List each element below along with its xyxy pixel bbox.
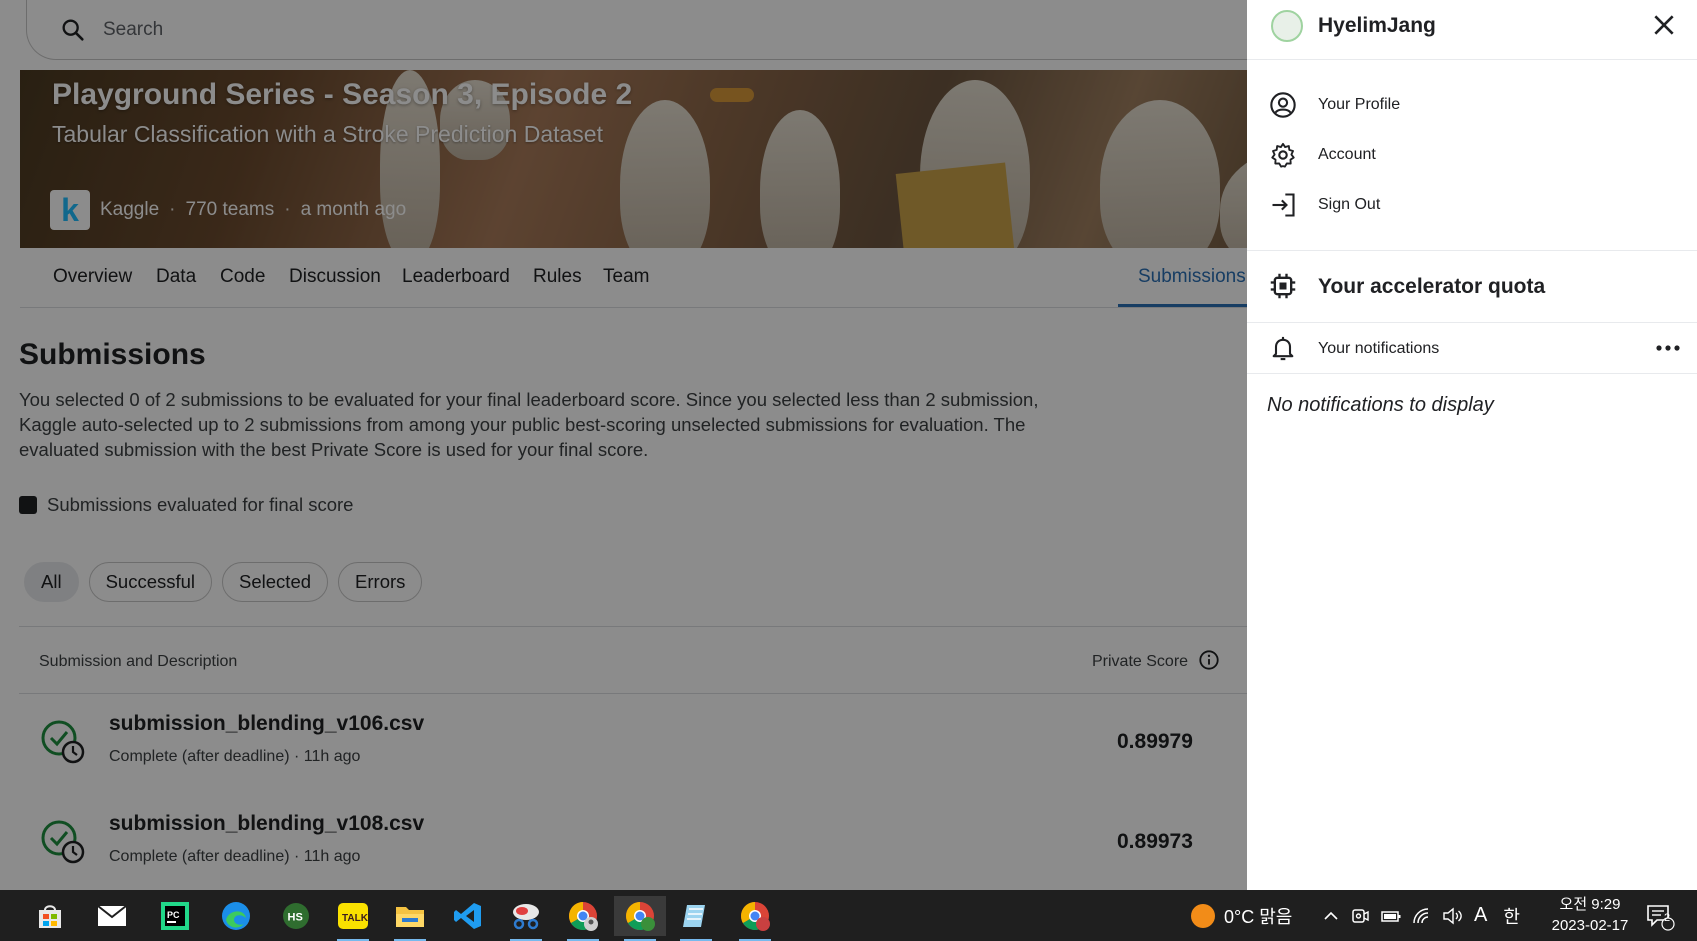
chrome-app-active[interactable] <box>614 896 666 941</box>
more-options-icon[interactable] <box>1655 339 1681 357</box>
divider <box>1247 322 1697 323</box>
system-tray: A 한 <box>1322 890 1520 941</box>
chrome-app[interactable] <box>563 896 603 941</box>
notepad-icon <box>683 905 705 927</box>
vscode-icon <box>454 903 481 929</box>
notification-center-icon <box>1647 904 1675 931</box>
menu-item-account[interactable]: Account <box>1269 137 1669 173</box>
chip-icon <box>1270 273 1296 299</box>
chrome-profile-icon <box>741 902 770 931</box>
notifications-label: Your notifications <box>1318 340 1440 357</box>
menu-item-label: Sign Out <box>1318 196 1381 213</box>
chrome-profile-icon <box>626 902 655 931</box>
accelerator-quota-label: Your accelerator quota <box>1318 275 1546 298</box>
hs-icon: HS <box>283 903 309 929</box>
chevron-up-icon[interactable] <box>1322 907 1340 925</box>
clock[interactable]: 오전 9:29 2023-02-17 <box>1540 894 1640 936</box>
panel-header: HyelimJang <box>1247 0 1697 60</box>
volume-icon[interactable] <box>1442 907 1464 925</box>
clock-date: 2023-02-17 <box>1551 917 1629 934</box>
empty-notifications-message: No notifications to display <box>1267 394 1494 416</box>
meet-now-icon[interactable] <box>1350 906 1370 926</box>
weather-text: 0°C 맑음 <box>1224 906 1293 927</box>
vscode-app[interactable] <box>448 896 488 936</box>
menu-item-sign-out[interactable]: Sign Out <box>1269 187 1669 223</box>
chrome-app-2[interactable] <box>735 896 775 941</box>
gear-icon <box>1271 142 1295 168</box>
korean-ime-indicator[interactable]: 한 <box>1503 903 1520 929</box>
menu-item-your-profile[interactable]: Your Profile <box>1269 87 1669 123</box>
profile-icon <box>1270 92 1296 118</box>
folder-icon <box>396 907 424 927</box>
bell-icon <box>1272 336 1294 361</box>
notifications-header: Your notifications <box>1269 331 1681 365</box>
divider <box>1247 373 1697 374</box>
divider <box>1247 250 1697 251</box>
user-menu-panel: HyelimJang Your Profile Account Sign Out <box>1247 0 1697 890</box>
pycharm-app[interactable]: PC <box>155 896 195 936</box>
pycharm-icon: PC <box>161 902 189 930</box>
sign-out-icon <box>1272 193 1295 217</box>
notepad-app[interactable] <box>676 896 716 941</box>
wifi-icon[interactable] <box>1412 907 1432 925</box>
store-app[interactable] <box>30 896 70 936</box>
clock-time: 오전 9:29 <box>1559 896 1621 913</box>
svg-text:HS: HS <box>288 912 303 924</box>
scissors-icon <box>513 904 539 930</box>
snipping-tool-app[interactable] <box>506 896 546 941</box>
file-explorer-app[interactable] <box>390 896 430 941</box>
input-language-indicator[interactable]: A <box>1474 904 1487 927</box>
hs-app[interactable]: HS <box>276 896 316 936</box>
kakaotalk-app[interactable]: TALK <box>333 896 373 941</box>
chrome-profile-icon <box>569 902 598 931</box>
action-center-button[interactable]: 2 <box>1645 890 1675 941</box>
avatar[interactable] <box>1271 10 1303 42</box>
svg-text:PC: PC <box>167 910 180 920</box>
edge-app[interactable] <box>216 896 256 936</box>
store-icon <box>39 905 61 928</box>
menu-item-label: Your Profile <box>1318 96 1401 113</box>
notification-count-badge: 2 <box>1664 912 1671 924</box>
sun-icon <box>1191 903 1215 928</box>
edge-icon <box>222 902 250 930</box>
svg-text:TALK: TALK <box>342 913 369 924</box>
username[interactable]: HyelimJang <box>1318 14 1436 38</box>
weather-widget[interactable]: 0°C 맑음 <box>1190 890 1292 941</box>
mail-icon <box>97 905 127 926</box>
windows-taskbar: PC HS TALK 0°C 맑음 A 한 오전 9:29 2023-02-17… <box>0 890 1697 941</box>
menu-item-label: Account <box>1318 146 1376 163</box>
close-icon[interactable] <box>1651 12 1677 38</box>
accelerator-quota[interactable]: Your accelerator quota <box>1269 270 1689 304</box>
battery-icon[interactable] <box>1380 907 1402 925</box>
kakaotalk-icon: TALK <box>338 903 369 929</box>
mail-app[interactable] <box>92 896 132 936</box>
